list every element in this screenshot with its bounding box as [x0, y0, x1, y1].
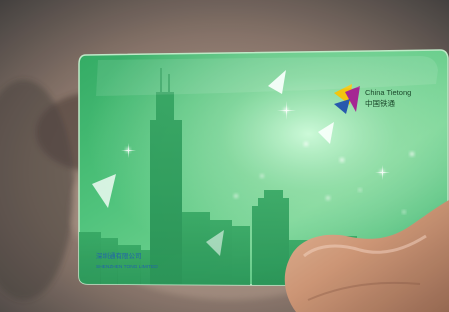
grain	[0, 0, 449, 312]
photo-svg: China Tietong 中国铁通 深圳通有限公司 SHENZHEN TONG…	[0, 0, 449, 312]
photo-scene: China Tietong 中国铁通 深圳通有限公司 SHENZHEN TONG…	[0, 0, 449, 312]
